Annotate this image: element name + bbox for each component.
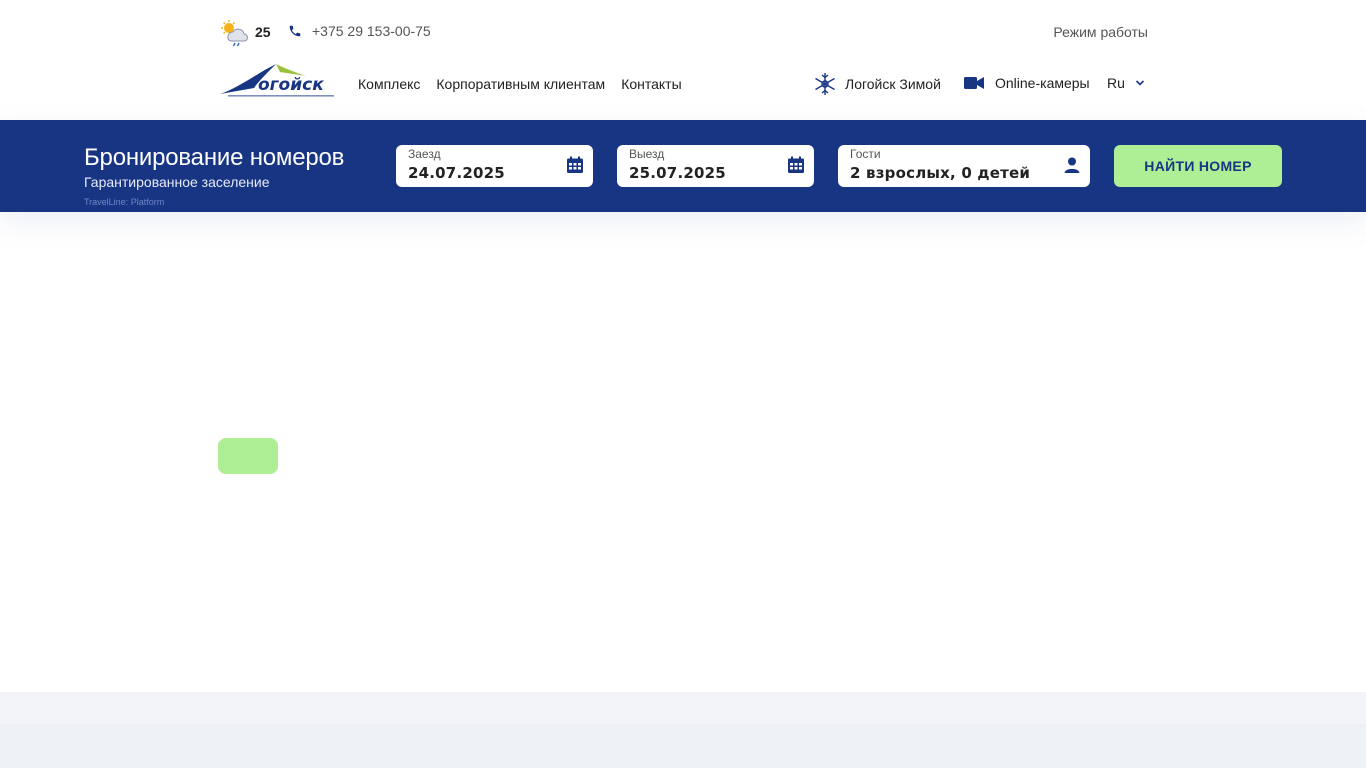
winter-link-label: Логойск Зимой <box>845 76 941 92</box>
working-hours-link[interactable]: Режим работы <box>1053 24 1148 40</box>
checkin-field[interactable]: Заезд 24.07.2025 <box>396 145 593 187</box>
calendar-icon <box>788 156 804 173</box>
booking-bar: Бронирование номеров Гарантированное зас… <box>0 120 1366 212</box>
guests-field[interactable]: Гости 2 взрослых, 0 детей <box>838 145 1090 187</box>
snowflake-icon <box>815 73 835 95</box>
checkin-value: 24.07.2025 <box>408 164 505 182</box>
nav-item-complex[interactable]: Комплекс <box>358 76 420 92</box>
checkout-label: Выезд <box>629 147 665 161</box>
booking-subtitle: Гарантированное заселение <box>84 174 270 190</box>
travelline-credit[interactable]: TravelLine: Platform <box>84 197 164 207</box>
checkout-field[interactable]: Выезд 25.07.2025 <box>617 145 814 187</box>
main-nav: Комплекс Корпоративным клиентам Контакты <box>358 76 682 92</box>
guests-value: 2 взрослых, 0 детей <box>850 164 1031 182</box>
video-camera-icon <box>964 77 984 89</box>
phone-icon <box>289 25 301 37</box>
svg-text:огойск: огойск <box>258 75 324 95</box>
guests-label: Гости <box>850 147 881 161</box>
online-cameras-label: Online-камеры <box>995 75 1090 91</box>
checkout-value: 25.07.2025 <box>629 164 726 182</box>
phone-link[interactable]: +375 29 153-00-75 <box>288 23 431 39</box>
winter-link[interactable]: Логойск Зимой <box>813 72 941 96</box>
booking-title: Бронирование номеров <box>84 144 345 171</box>
online-cameras-link[interactable]: Online-камеры <box>964 75 1090 91</box>
checkin-label: Заезд <box>408 147 441 161</box>
footer-band <box>0 692 1366 724</box>
calendar-icon <box>567 156 583 173</box>
logoysk-logo[interactable]: огойск <box>218 62 338 100</box>
nav-item-contacts[interactable]: Контакты <box>621 76 681 92</box>
loading-placeholder <box>218 438 278 474</box>
weather-widget <box>220 19 248 47</box>
find-room-button[interactable]: НАЙТИ НОМЕР <box>1114 145 1282 187</box>
partly-cloudy-rain-icon <box>221 20 248 47</box>
language-value: Ru <box>1107 75 1125 91</box>
site-header: 25 +375 29 153-00-75 Режим работы огойск… <box>0 0 1366 120</box>
temperature: 25 <box>255 24 271 40</box>
phone-number: +375 29 153-00-75 <box>312 23 431 39</box>
person-icon <box>1064 157 1080 173</box>
footer-band-lower <box>0 724 1366 768</box>
chevron-down-icon <box>1135 80 1144 86</box>
nav-item-corporate[interactable]: Корпоративным клиентам <box>436 76 605 92</box>
language-selector[interactable]: Ru <box>1107 75 1145 91</box>
